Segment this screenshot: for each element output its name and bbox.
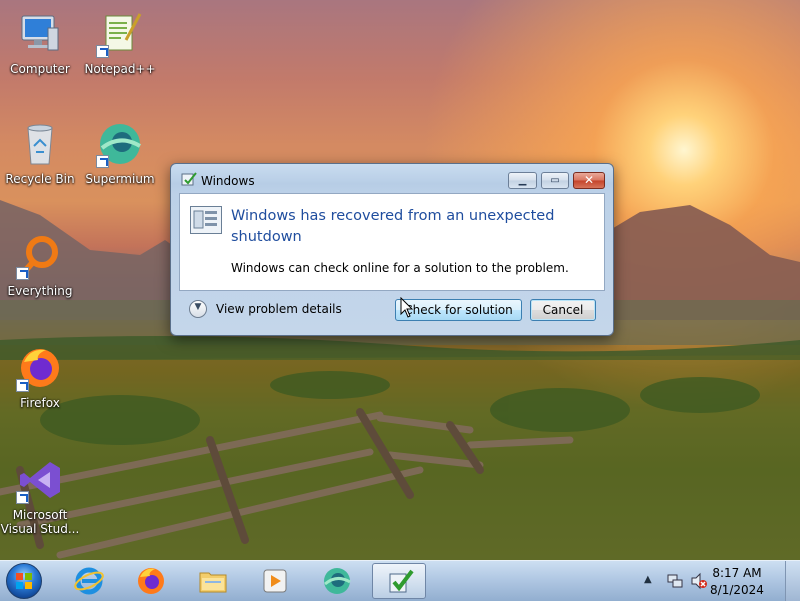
view-details-link[interactable]: View problem details — [216, 302, 342, 316]
dialog-title: Windows — [201, 174, 255, 188]
clock-date[interactable]: 8/1/2024 — [702, 583, 772, 597]
desktop-icon-label: Notepad++ — [84, 62, 156, 76]
desktop-icon-label: Recycle Bin — [5, 172, 75, 186]
desktop-icon-recycle-bin[interactable]: Recycle Bin — [0, 120, 80, 186]
minimize-button[interactable]: ▁ — [508, 172, 537, 189]
firefox-icon — [138, 568, 164, 594]
dialog-titlebar[interactable]: Windows ▁ ▭ ✕ — [171, 164, 613, 192]
maximize-icon: ▭ — [550, 175, 560, 186]
taskbar-media-player[interactable] — [248, 563, 302, 599]
close-button[interactable]: ✕ — [573, 172, 605, 189]
desktop-icon-label: Computer — [10, 62, 70, 76]
desktop-icon-everything[interactable]: Everything — [0, 232, 80, 298]
shortcut-arrow-icon — [96, 45, 109, 58]
dialog-message: Windows can check online for a solution … — [231, 261, 569, 275]
desktop-icon-label: Microsoft Visual Stud... — [0, 508, 80, 536]
desktop-icon-firefox[interactable]: Firefox — [0, 344, 80, 410]
chevron-up-icon: ▲ — [644, 574, 652, 585]
shortcut-arrow-icon — [16, 267, 29, 280]
main-instruction: Windows has recovered from an unexpected… — [231, 208, 555, 245]
dialog-content-area: Windows has recovered from an unexpected… — [179, 193, 605, 291]
shortcut-arrow-icon — [96, 155, 109, 168]
desktop-icon-label: Firefox — [20, 396, 60, 410]
media-player-icon — [263, 569, 287, 593]
problem-reports-icon — [181, 172, 197, 186]
desktop-icon-supermium[interactable]: Supermium — [80, 120, 160, 186]
shortcut-arrow-icon — [16, 491, 29, 504]
maximize-button[interactable]: ▭ — [541, 172, 569, 189]
supermium-icon — [324, 568, 351, 594]
computer-icon — [21, 15, 59, 51]
clock-time[interactable]: 8:17 AM — [702, 566, 772, 580]
problem-reporting-icon — [389, 569, 414, 593]
taskbar-problem-reporting[interactable] — [372, 563, 426, 599]
taskbar-supermium[interactable] — [310, 563, 364, 599]
start-button[interactable] — [6, 563, 42, 599]
file-explorer-icon — [199, 572, 227, 593]
desktop-icon-visual-studio[interactable]: Microsoft Visual Stud... — [0, 456, 80, 536]
chevron-down-icon: ▼ — [194, 302, 202, 312]
cancel-button[interactable]: Cancel — [530, 299, 596, 321]
mouse-cursor-icon — [400, 297, 414, 318]
minimize-icon: ▁ — [518, 175, 527, 186]
recycle-bin-icon — [27, 124, 53, 165]
taskbar-internet-explorer[interactable] — [62, 563, 116, 599]
close-icon: ✕ — [583, 173, 595, 187]
window-app-icon — [190, 206, 222, 234]
dialog-footer: ▼ View problem details Check for solutio… — [179, 291, 605, 329]
desktop-icon-computer[interactable]: Computer — [0, 10, 80, 76]
desktop-icon-label: Supermium — [85, 172, 155, 186]
desktop-icon-label: Everything — [7, 284, 73, 298]
windows-logo-icon — [16, 573, 32, 589]
internet-explorer-icon — [74, 567, 104, 595]
shortcut-arrow-icon — [16, 379, 29, 392]
desktop-icon-notepadpp[interactable]: Notepad++ — [80, 10, 160, 76]
recovery-dialog: Windows ▁ ▭ ✕ Windows has recovered from… — [170, 163, 614, 336]
show-desktop-button[interactable] — [785, 561, 800, 601]
taskbar-firefox[interactable] — [124, 563, 178, 599]
check-for-solution-button[interactable]: Check for solution — [395, 299, 522, 321]
network-icon[interactable] — [666, 572, 684, 590]
expand-details-button[interactable]: ▼ — [189, 300, 207, 318]
taskbar: ▲ 8:17 AM 8/1/2024 — [0, 560, 800, 601]
taskbar-file-explorer[interactable] — [186, 563, 240, 599]
show-hidden-icons-button[interactable]: ▲ — [644, 574, 652, 585]
